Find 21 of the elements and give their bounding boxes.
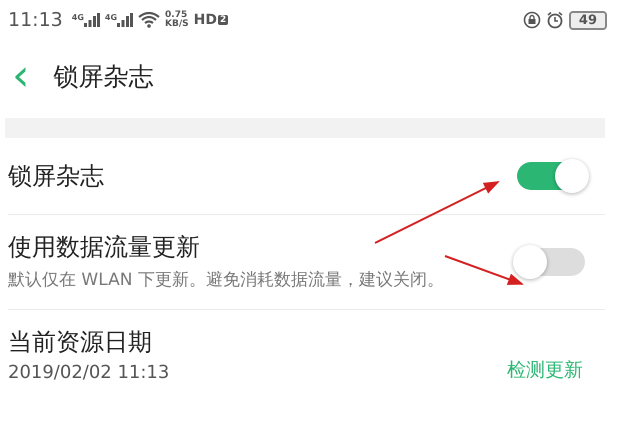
wifi-icon xyxy=(138,12,160,28)
setting-title: 当前资源日期 xyxy=(8,327,153,358)
back-button[interactable]: ‹ xyxy=(6,54,36,98)
battery-indicator: 49 xyxy=(568,10,607,30)
speed-value: 0.75 xyxy=(165,11,188,20)
setting-description: 默认仅在 WLAN 下更新。避免消耗数据流量，建议关闭。 xyxy=(8,269,445,292)
hd-slot: 2 xyxy=(218,15,228,25)
signal-icon xyxy=(84,13,100,27)
hd-label: HD xyxy=(194,12,217,28)
setting-date: 2019/02/02 11:13 xyxy=(8,362,170,383)
setting-title: 使用数据流量更新 xyxy=(8,232,201,263)
signal-icon xyxy=(117,13,134,27)
page-title: 锁屏杂志 xyxy=(54,60,154,92)
lock-rotation-icon xyxy=(522,11,541,29)
setting-title: 锁屏杂志 xyxy=(8,161,105,192)
check-update-link[interactable]: 检测更新 xyxy=(507,357,583,383)
network-type: 4G xyxy=(72,13,84,22)
network-type: 4G xyxy=(104,13,118,22)
speed-unit: KB/S xyxy=(165,20,189,29)
alarm-icon xyxy=(546,11,564,29)
status-time: 11:13 xyxy=(8,9,63,31)
